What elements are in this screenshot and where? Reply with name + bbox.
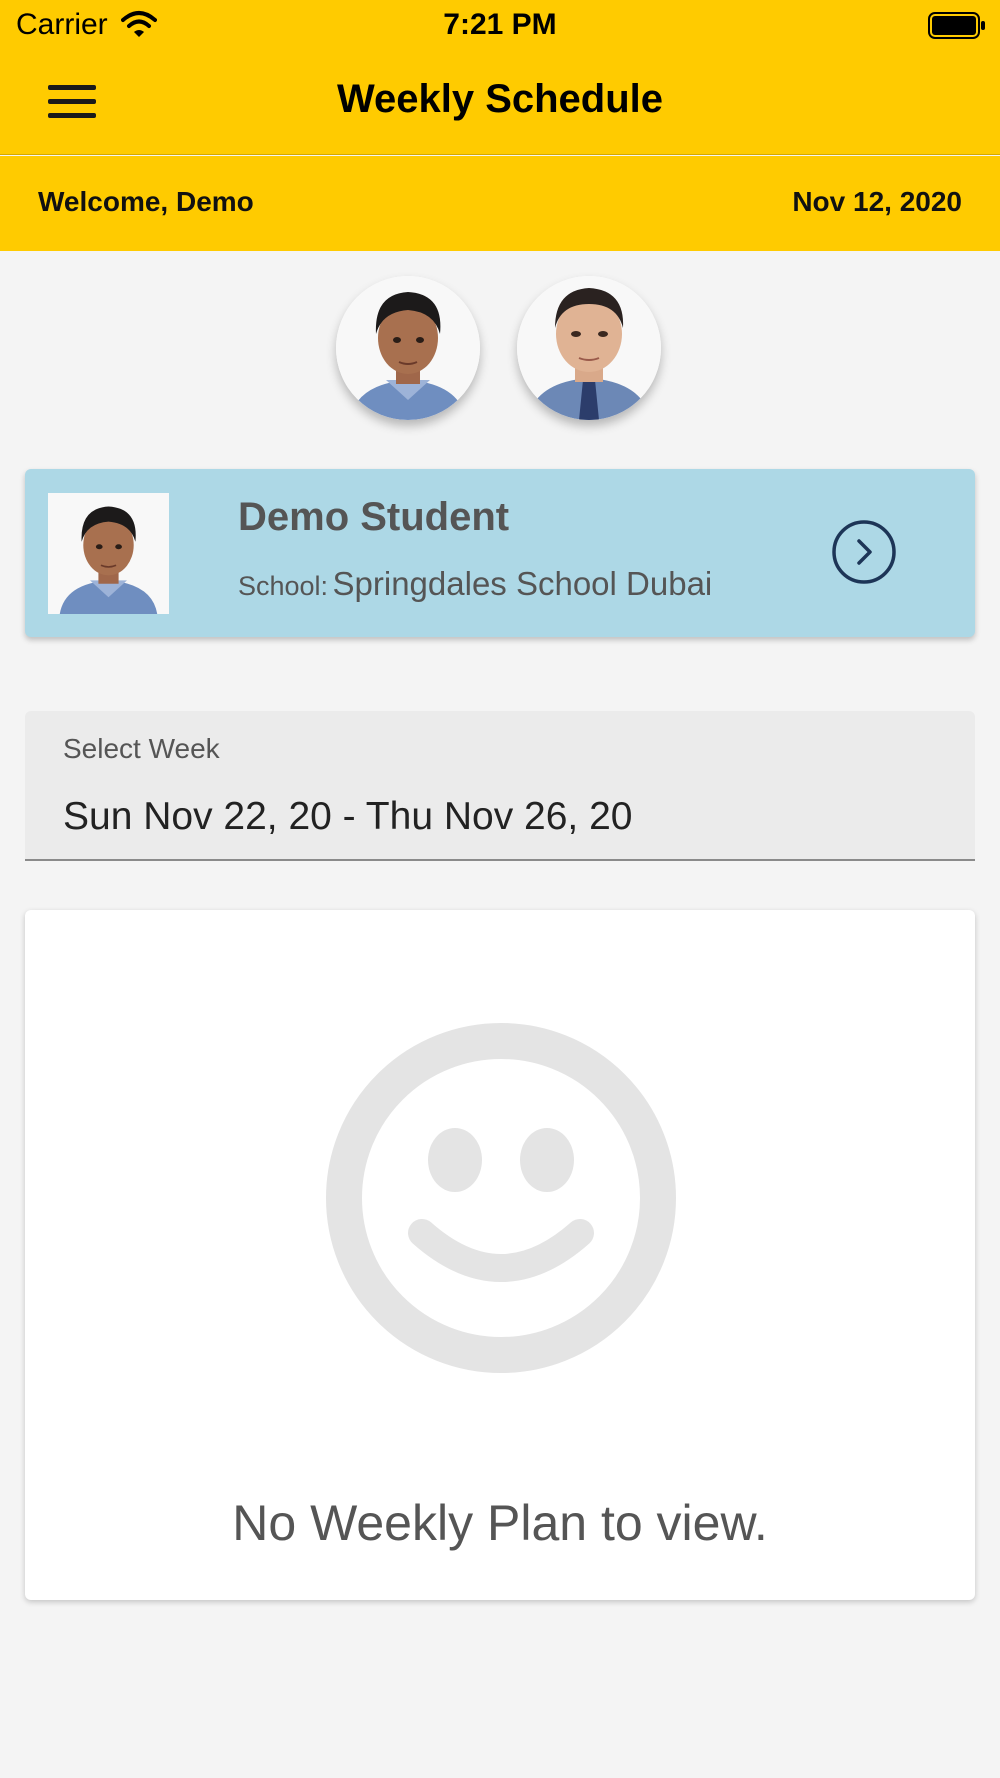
student-card[interactable]: Demo Student School: Springdales School …: [25, 469, 975, 637]
smiley-face-icon: [326, 1023, 676, 1373]
student-name: Demo Student: [238, 495, 510, 539]
week-select-value: Sun Nov 22, 20 - Thu Nov 26, 20: [63, 795, 633, 838]
status-time: 7:21 PM: [443, 8, 557, 41]
welcome-greeting: Welcome, Demo: [38, 186, 254, 217]
current-date: Nov 12, 2020: [792, 186, 962, 217]
week-select-label: Select Week: [63, 733, 220, 764]
student-photo: [48, 493, 169, 614]
battery-icon: [928, 12, 985, 39]
page-title: Weekly Schedule: [336, 77, 664, 121]
nav-bar: Weekly Schedule: [0, 50, 1000, 155]
school-line: School: Springdales School Dubai: [238, 565, 712, 603]
welcome-bar: Welcome, Demo Nov 12, 2020: [0, 156, 1000, 251]
week-select-field[interactable]: Select Week Sun Nov 22, 20 - Thu Nov 26,…: [25, 711, 975, 861]
empty-state-message: No Weekly Plan to view.: [232, 1495, 768, 1551]
school-name: Springdales School Dubai: [332, 565, 713, 602]
student-avatar-2[interactable]: [517, 276, 661, 420]
weekly-plan-empty-card: No Weekly Plan to view.: [25, 910, 975, 1600]
status-bar: Carrier 7:21 PM: [0, 0, 1000, 50]
student-avatar-1[interactable]: [336, 276, 480, 420]
school-label: School:: [238, 571, 329, 601]
chevron-right-circle-icon[interactable]: [831, 519, 897, 585]
